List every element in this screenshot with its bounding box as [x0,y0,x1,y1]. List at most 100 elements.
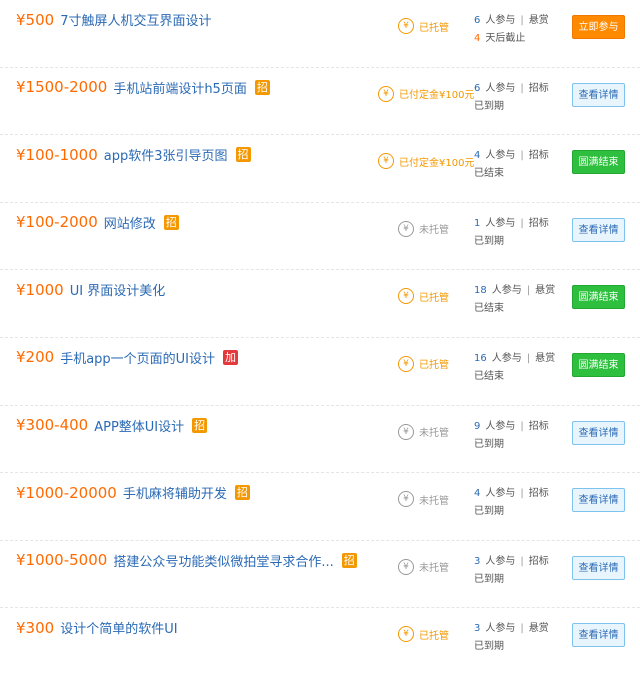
meta-separator: | [520,555,524,567]
project-action-button[interactable]: 查看详情 [572,82,625,107]
project-tag-badge: 招 [235,147,251,163]
project-meta: 18 人参与 | 悬赏 已结束 [474,282,555,318]
project-title-link[interactable]: ¥1500-2000 手机站前端设计h5页面 招 [16,78,270,97]
deadline-status: 已到期 [474,573,504,585]
participants-label: 人参与 [485,217,516,229]
meta-line-participants: 3 人参与 | 招标 [474,553,549,571]
yuan-coin-icon: ¥ [378,153,394,170]
project-price: ¥300-400 [16,416,89,435]
meta-line-deadline: 已结束 [474,165,549,183]
yuan-coin-icon: ¥ [398,423,414,440]
participants-label: 人参与 [485,150,516,162]
escrow-status-text: 已托管 [419,360,449,372]
participants-count: 1 [474,217,481,229]
participants-label: 人参与 [485,555,516,567]
meta-line-participants: 1 人参与 | 招标 [474,215,549,233]
project-price: ¥1000-20000 [16,483,117,502]
project-tag-badge: 加 [223,349,239,365]
escrow-status: ¥ 已托管 [398,18,449,34]
project-action-button[interactable]: 查看详情 [572,488,625,513]
deadline-status: 已到期 [474,100,504,112]
project-title-link[interactable]: ¥200 手机app一个页面的UI设计 加 [16,348,239,367]
project-meta: 1 人参与 | 招标 已到期 [474,215,549,251]
participants-count: 6 [474,82,481,94]
escrow-status: ¥ 已付定金¥100元 [378,153,474,170]
project-price: ¥1500-2000 [16,78,108,97]
participants-count: 18 [474,285,487,297]
project-title-link[interactable]: ¥300-400 APP整体UI设计 招 [16,416,208,435]
meta-separator: | [526,352,531,364]
project-action-button[interactable]: 查看详情 [572,623,625,648]
escrow-status: ¥ 未托管 [398,423,449,440]
project-name: 手机麻将辅助开发 [122,487,227,503]
participants-count: 3 [474,623,481,635]
project-name: 7寸触屏人机交互界面设计 [60,14,212,29]
project-price: ¥100-2000 [16,213,98,232]
escrow-status-text: 未托管 [419,225,449,237]
meta-line-participants: 9 人参与 | 招标 [474,418,549,436]
project-meta: 3 人参与 | 悬赏 已到期 [474,620,549,656]
project-title-link[interactable]: ¥300 设计个简单的软件UI [16,618,178,638]
project-tag-badge: 招 [163,214,179,230]
yuan-coin-icon: ¥ [398,626,414,643]
participants-count: 4 [474,150,481,162]
project-name: 网站修改 [103,216,156,232]
meta-separator: | [520,623,524,635]
project-name: UI 界面设计美化 [69,284,166,300]
escrow-status: ¥ 已托管 [398,355,449,372]
project-meta: 3 人参与 | 招标 已到期 [474,553,549,589]
project-title-link[interactable]: ¥1000 UI 界面设计美化 [16,280,166,300]
project-action-button[interactable]: 查看详情 [572,217,625,242]
meta-separator: | [526,285,531,297]
project-action-button[interactable]: 立即参与 [572,15,625,39]
project-action-button[interactable]: 圆满结束 [572,150,625,175]
meta-line-deadline: 已到期 [474,98,549,116]
project-title-link[interactable]: ¥1000-20000 手机麻将辅助开发 招 [16,483,250,502]
meta-separator: | [520,488,524,500]
project-tag-badge: 招 [254,79,270,95]
project-price: ¥200 [16,348,55,367]
meta-separator: | [520,15,524,26]
escrow-status: ¥ 未托管 [398,491,449,508]
project-action-button[interactable]: 查看详情 [572,555,625,580]
project-action-button[interactable]: 圆满结束 [572,285,625,310]
project-action-button[interactable]: 圆满结束 [572,352,625,377]
meta-line-deadline: 已到期 [474,436,549,454]
escrow-status-text: 未托管 [419,495,449,507]
project-name: 搭建公众号功能类似微拍堂寻求合作... [113,554,334,570]
deadline-status: 已结束 [474,168,504,180]
project-mode: 悬赏 [528,15,549,26]
participants-label: 人参与 [485,623,516,635]
project-name: 手机站前端设计h5页面 [113,81,247,97]
escrow-status-text: 已托管 [419,630,449,642]
meta-line-participants: 4 人参与 | 招标 [474,485,549,503]
participants-label: 人参与 [485,15,516,26]
escrow-status: ¥ 未托管 [398,220,449,237]
yuan-coin-icon: ¥ [398,558,414,575]
project-price: ¥1000-5000 [16,551,108,570]
meta-separator: | [520,420,524,432]
project-title-link[interactable]: ¥100-1000 app软件3张引导页图 招 [16,145,251,164]
project-row: ¥200 手机app一个页面的UI设计 加 ¥ 已托管 16 人参与 | 悬赏 已结束… [0,338,640,406]
project-title-link[interactable]: ¥500 7寸触屏人机交互界面设计 [16,10,212,30]
meta-line-deadline: 已到期 [474,233,549,251]
project-tag-badge: 招 [234,485,250,501]
yuan-coin-icon: ¥ [398,18,414,34]
deadline-status: 已到期 [474,506,504,518]
project-tag-badge: 招 [192,417,208,433]
participants-count: 4 [474,488,481,500]
meta-line-deadline: 已到期 [474,571,549,589]
participants-count: 6 [474,15,481,26]
project-tag-badge: 招 [341,552,357,568]
project-row: ¥1000-20000 手机麻将辅助开发 招 ¥ 未托管 4 人参与 | 招标 已到期… [0,473,640,541]
deadline-status: 已结束 [474,370,504,382]
project-action-button[interactable]: 查看详情 [572,420,625,445]
project-title-link[interactable]: ¥1000-5000 搭建公众号功能类似微拍堂寻求合作... 招 [16,551,357,570]
project-mode: 招标 [528,420,549,432]
deadline-days: 4 [474,33,481,44]
participants-count: 9 [474,420,481,432]
project-name: 手机app一个页面的UI设计 [60,351,216,367]
meta-line-participants: 16 人参与 | 悬赏 [474,350,555,368]
project-title-link[interactable]: ¥100-2000 网站修改 招 [16,213,179,232]
deadline-status: 天后截止 [485,33,526,44]
